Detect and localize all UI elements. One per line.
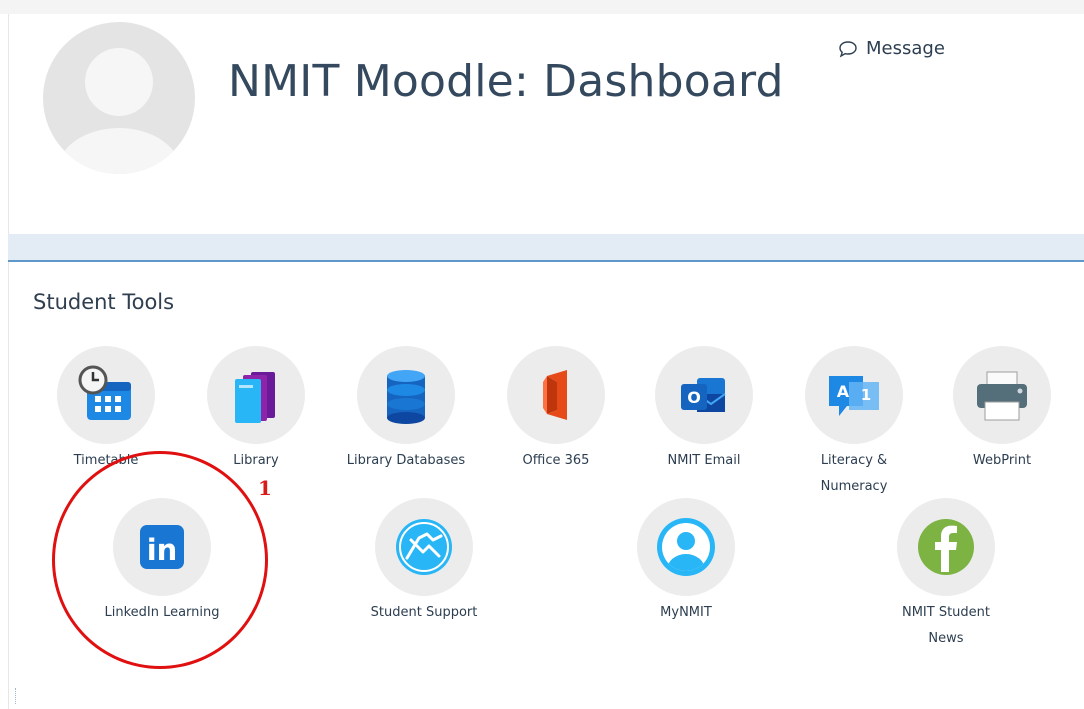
user-profile-icon bbox=[657, 518, 715, 576]
timetable-icon bbox=[78, 365, 131, 420]
tool-library-databases[interactable]: Library Databases bbox=[336, 346, 476, 474]
speech-bubble-icon bbox=[839, 40, 857, 58]
tool-nmit-email[interactable]: O NMIT Email bbox=[634, 346, 774, 474]
message-button[interactable]: Message bbox=[838, 38, 945, 59]
tool-literacy-numeracy[interactable]: A 1 Literacy & Numeracy bbox=[784, 346, 924, 500]
tool-label: Timetable bbox=[73, 453, 139, 468]
tool-icon-circle bbox=[507, 346, 605, 444]
tool-label: LinkedIn Learning bbox=[104, 605, 220, 620]
user-avatar-icon bbox=[43, 22, 195, 174]
svg-text:1: 1 bbox=[861, 386, 871, 404]
tool-icon-circle bbox=[375, 498, 473, 596]
tool-icon-circle bbox=[897, 498, 995, 596]
tool-label: Student Support bbox=[370, 605, 478, 620]
tool-label: MyNMIT bbox=[660, 605, 712, 620]
tool-label: Office 365 bbox=[522, 453, 590, 468]
tool-icon-circle bbox=[357, 346, 455, 444]
tool-icon-circle: A 1 bbox=[805, 346, 903, 444]
tool-label: WebPrint bbox=[972, 453, 1032, 468]
tool-nmit-student-news[interactable]: NMIT Student News bbox=[876, 498, 1016, 652]
tool-icon-circle bbox=[57, 346, 155, 444]
tool-office-365[interactable]: Office 365 bbox=[486, 346, 626, 474]
outlook-email-icon: O bbox=[681, 378, 726, 412]
facebook-icon bbox=[918, 519, 974, 575]
section-title-student-tools: Student Tools bbox=[33, 290, 175, 314]
tool-linkedin-learning[interactable]: in LinkedIn Learning bbox=[92, 498, 232, 626]
tool-icon-circle: in bbox=[113, 498, 211, 596]
header-band bbox=[8, 234, 1084, 260]
scroll-marker bbox=[15, 688, 17, 704]
page-title: NMIT Moodle: Dashboard bbox=[228, 56, 784, 107]
office-365-icon bbox=[543, 370, 567, 420]
linkedin-icon: in bbox=[140, 525, 184, 569]
tool-label: NMIT Email bbox=[667, 453, 741, 468]
tool-library[interactable]: Library bbox=[186, 346, 326, 474]
database-icon bbox=[387, 370, 425, 424]
tool-label: Library Databases bbox=[346, 453, 466, 468]
library-books-icon bbox=[235, 372, 275, 423]
tool-timetable[interactable]: Timetable bbox=[36, 346, 176, 474]
tool-icon-circle bbox=[207, 346, 305, 444]
tool-icon-circle bbox=[637, 498, 735, 596]
left-rule bbox=[8, 14, 9, 709]
tool-icon-circle: O bbox=[655, 346, 753, 444]
printer-icon bbox=[977, 371, 1027, 421]
handshake-icon bbox=[396, 519, 452, 575]
svg-text:in: in bbox=[147, 533, 178, 567]
header-divider bbox=[8, 260, 1084, 262]
tool-label: Library bbox=[233, 453, 279, 468]
tool-student-support[interactable]: Student Support bbox=[354, 498, 494, 626]
svg-text:O: O bbox=[687, 388, 701, 407]
annotation-number: 1 bbox=[258, 476, 272, 500]
avatar[interactable] bbox=[43, 22, 195, 174]
tool-label: Literacy & Numeracy bbox=[820, 453, 888, 494]
message-label: Message bbox=[866, 38, 945, 59]
literacy-numeracy-icon: A 1 bbox=[829, 376, 879, 416]
tool-label: NMIT Student News bbox=[901, 605, 991, 646]
tool-icon-circle bbox=[953, 346, 1051, 444]
tool-webprint[interactable]: WebPrint bbox=[932, 346, 1072, 474]
tool-mynmit[interactable]: MyNMIT bbox=[616, 498, 756, 626]
svg-text:A: A bbox=[837, 382, 850, 401]
top-strip bbox=[0, 0, 1084, 14]
